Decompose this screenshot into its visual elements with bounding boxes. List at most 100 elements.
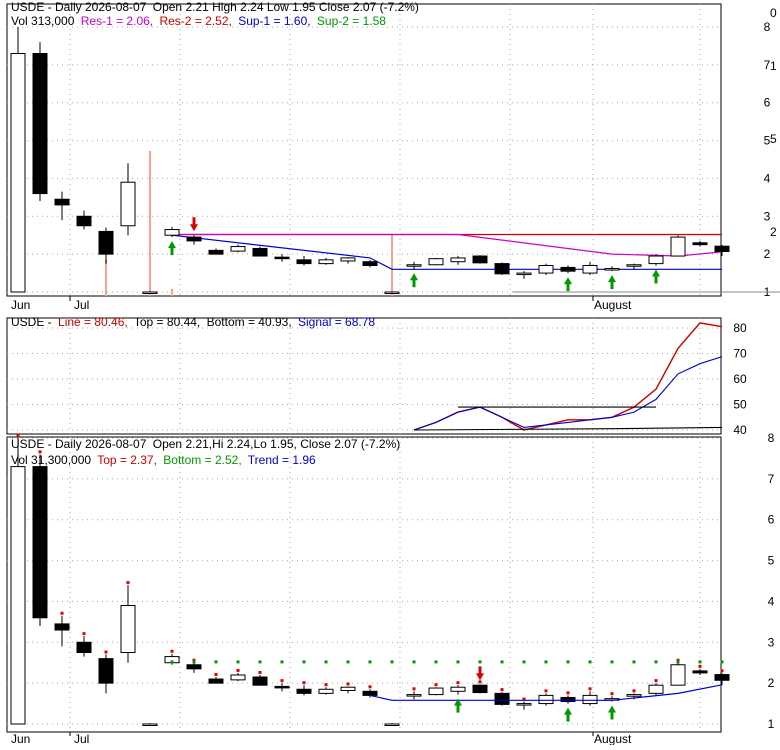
high-marker-dot bbox=[500, 688, 504, 692]
price-candle-body bbox=[230, 246, 246, 252]
x-label-jun: Jun bbox=[11, 732, 30, 745]
price-frame bbox=[6, 3, 722, 297]
level-dot bbox=[170, 660, 174, 664]
high-marker-dot bbox=[610, 692, 614, 696]
trend-candle-body bbox=[98, 658, 114, 684]
high-marker-dot bbox=[236, 668, 240, 672]
price-candle-body bbox=[252, 247, 268, 257]
high-marker-dot bbox=[632, 689, 636, 693]
price-candle-body bbox=[76, 215, 92, 227]
price-candle-body bbox=[54, 198, 70, 206]
level-dot bbox=[654, 660, 658, 664]
price-y-tick-label: 8 bbox=[764, 20, 771, 34]
price-y-tick-label: 3 bbox=[764, 209, 771, 223]
level-dot bbox=[632, 660, 636, 664]
price-y-extra-label: 2 bbox=[770, 225, 777, 239]
trend-candle-body bbox=[142, 723, 158, 726]
trend-y-tick-label: 2 bbox=[768, 676, 775, 690]
macd-y-tick-label: 60 bbox=[733, 372, 747, 386]
x-label-jul: Jul bbox=[74, 732, 89, 745]
price-header-title: USDE - Daily 2026-08-07 Open 2.21 High 2… bbox=[11, 0, 419, 14]
level-dot bbox=[346, 660, 350, 664]
level-dot bbox=[698, 660, 702, 664]
x-label-jun: Jun bbox=[11, 298, 30, 312]
trend-candle-body bbox=[714, 674, 730, 681]
trend-y-tick-label: 8 bbox=[768, 431, 775, 445]
price-y-tick-label: 2 bbox=[764, 247, 771, 261]
price-candle-body bbox=[384, 291, 400, 294]
level-dot bbox=[478, 660, 482, 664]
level-dot bbox=[566, 660, 570, 664]
trend-candle-body bbox=[76, 641, 92, 653]
price-candle-body bbox=[472, 255, 488, 264]
price-candle-body bbox=[692, 242, 708, 246]
price-header-levels: Vol 313,000 Res-1 = 2.06, Res-2 = 2.52, … bbox=[11, 14, 386, 28]
price-y-extra-label: 0 bbox=[770, 6, 777, 20]
high-marker-dot bbox=[698, 664, 702, 668]
trend-candle-body bbox=[252, 676, 268, 686]
price-candle-body bbox=[186, 236, 202, 242]
trend-candle-body bbox=[516, 703, 532, 706]
price-candle-body bbox=[582, 265, 598, 274]
price-candle-body bbox=[450, 257, 466, 263]
high-marker-dot bbox=[588, 687, 592, 691]
trend-candle-body bbox=[54, 623, 70, 631]
price-candle-body bbox=[714, 245, 730, 252]
high-marker-dot bbox=[258, 670, 262, 674]
trend-y-tick-label: 5 bbox=[768, 554, 775, 568]
price-candle-body bbox=[32, 53, 48, 195]
price-y-extra-label: 5 bbox=[770, 132, 777, 146]
trend-candle-body bbox=[670, 664, 686, 686]
price-candle-body bbox=[670, 236, 686, 257]
price-candle-body bbox=[120, 181, 136, 227]
price-candle-body bbox=[340, 257, 356, 262]
level-dot bbox=[412, 660, 416, 664]
level-dot bbox=[258, 660, 262, 664]
trend-y-tick-label: 7 bbox=[768, 472, 775, 486]
high-marker-dot bbox=[60, 611, 64, 615]
level-dot bbox=[588, 660, 592, 664]
trend-candle-body bbox=[538, 694, 554, 705]
price-candle-body bbox=[604, 268, 620, 271]
trend-candle-body bbox=[692, 670, 708, 674]
stock-chart: 8 7 6 5 4 3 2 1 0 1 5 2 Jun Jul August 80 70 60 50 40 8765… bbox=[0, 0, 780, 746]
x-label-august: August bbox=[594, 298, 632, 312]
trend-y-tick-label: 6 bbox=[768, 513, 775, 527]
level-dot bbox=[500, 660, 504, 664]
trend-candle-body bbox=[230, 674, 246, 681]
level-dot bbox=[456, 660, 460, 664]
high-marker-dot bbox=[302, 681, 306, 685]
level-dot bbox=[302, 660, 306, 664]
trend-candle-body bbox=[406, 694, 422, 697]
level-dot bbox=[192, 660, 196, 664]
high-marker-dot bbox=[346, 682, 350, 686]
macd-y-tick-label: 40 bbox=[733, 423, 747, 437]
high-marker-dot bbox=[544, 689, 548, 693]
volume-bar bbox=[149, 151, 151, 296]
volume-bar bbox=[391, 235, 393, 296]
trend-candle-body bbox=[560, 696, 576, 703]
high-marker-dot bbox=[566, 691, 570, 695]
trend-candle-body bbox=[32, 466, 48, 619]
price-candle-body bbox=[626, 264, 642, 267]
level-dot bbox=[236, 660, 240, 664]
price-candle-body bbox=[10, 53, 26, 293]
macd-y-tick-label: 70 bbox=[733, 347, 747, 361]
level-dot bbox=[522, 660, 526, 664]
level-dot bbox=[214, 660, 218, 664]
level-dot bbox=[610, 660, 614, 664]
high-marker-dot bbox=[720, 669, 724, 673]
price-candle-body bbox=[98, 230, 114, 255]
trend-candle-body bbox=[340, 686, 356, 691]
high-marker-dot bbox=[654, 679, 658, 683]
high-marker-dot bbox=[412, 687, 416, 691]
price-y-extra-label: 1 bbox=[770, 59, 777, 73]
price-y-tick-label: 4 bbox=[764, 171, 771, 185]
trend-candle-body bbox=[296, 688, 312, 694]
macd-y-tick-label: 80 bbox=[733, 321, 747, 335]
trend-candle-body bbox=[472, 684, 488, 694]
price-candle-body bbox=[516, 272, 532, 276]
price-candle-body bbox=[538, 265, 554, 274]
high-marker-dot bbox=[368, 685, 372, 689]
x-label-jul: Jul bbox=[74, 298, 89, 312]
